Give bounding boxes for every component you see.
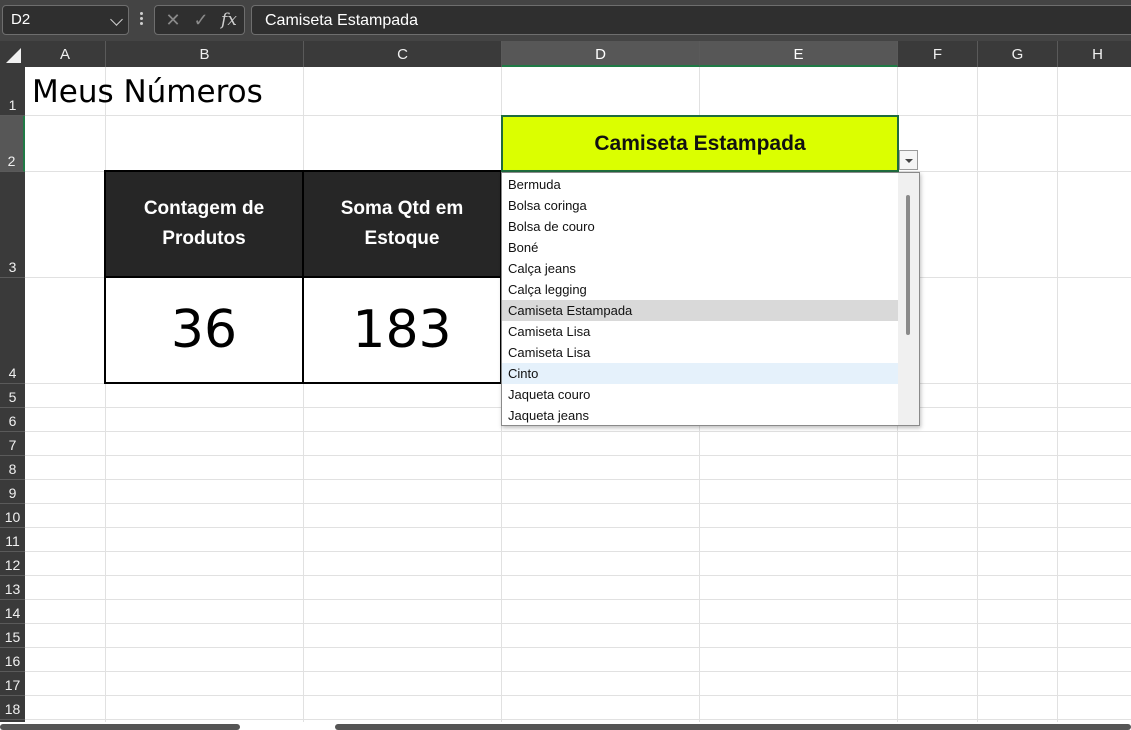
horizontal-scrollbar[interactable]: [0, 722, 1131, 730]
name-box[interactable]: D2: [2, 5, 129, 35]
row-header[interactable]: 18: [0, 696, 25, 720]
select-all-icon: [6, 48, 21, 63]
header-cell-sum[interactable]: Soma Qtd em Estoque: [302, 170, 502, 278]
dropdown-item[interactable]: Calça jeans: [502, 258, 899, 279]
row-header[interactable]: 2: [0, 116, 25, 172]
row-header[interactable]: 15: [0, 624, 25, 648]
column-header-f[interactable]: F: [898, 41, 978, 67]
row-header[interactable]: 12: [0, 552, 25, 576]
row-header[interactable]: 7: [0, 432, 25, 456]
formula-text: Camiseta Estampada: [265, 12, 418, 29]
row-header[interactable]: 4: [0, 278, 25, 384]
dropdown-item[interactable]: Boné: [502, 237, 899, 258]
row-header[interactable]: 16: [0, 648, 25, 672]
row-header[interactable]: 17: [0, 672, 25, 696]
value-cell-count[interactable]: 36: [104, 276, 304, 384]
dropdown-item[interactable]: Calça legging: [502, 279, 899, 300]
dropdown-item[interactable]: Jaqueta couro: [502, 384, 899, 405]
column-header-d[interactable]: D: [502, 41, 700, 67]
name-box-value: D2: [11, 11, 31, 28]
dropdown-item[interactable]: Camiseta Lisa: [502, 342, 899, 363]
scrollbar-thumb[interactable]: [906, 195, 910, 335]
dropdown-list[interactable]: Bermuda Bolsa coringa Bolsa de couro Bon…: [501, 172, 920, 426]
column-header-e[interactable]: E: [700, 41, 898, 67]
column-header-a[interactable]: A: [25, 41, 106, 67]
cancel-icon[interactable]: ✕: [159, 6, 187, 34]
row-header[interactable]: 1: [0, 67, 25, 116]
formula-bar: D2 ✕ ✓ fx Camiseta Estampada: [0, 0, 1131, 41]
column-header-b[interactable]: B: [106, 41, 304, 67]
dropdown-arrow-icon: [905, 159, 913, 163]
header-cell-count[interactable]: Contagem de Produtos: [104, 170, 304, 278]
insert-function-icon[interactable]: fx: [215, 6, 243, 34]
column-header-g[interactable]: G: [978, 41, 1058, 67]
dropdown-button[interactable]: [899, 150, 918, 170]
value-cell-sum[interactable]: 183: [302, 276, 502, 384]
formula-buttons: ✕ ✓ fx: [154, 5, 245, 35]
dropdown-item[interactable]: Bermuda: [502, 174, 899, 195]
row-header[interactable]: 5: [0, 384, 25, 408]
row-header[interactable]: 11: [0, 528, 25, 552]
select-all-button[interactable]: [0, 41, 25, 67]
dropdown-item-selected[interactable]: Camiseta Estampada: [502, 300, 899, 321]
dropdown-item-hovered[interactable]: Cinto: [502, 363, 899, 384]
dropdown-item[interactable]: Bolsa coringa: [502, 195, 899, 216]
column-header-h[interactable]: H: [1058, 41, 1131, 67]
row-header[interactable]: 3: [0, 172, 25, 278]
row-headers: 1 2 3 4 5 6 7 8 9 10 11 12 13 14 15 16 1…: [0, 67, 25, 730]
chevron-down-icon[interactable]: [110, 13, 123, 26]
row-header[interactable]: 13: [0, 576, 25, 600]
dropdown-item[interactable]: Jaqueta jeans: [502, 405, 899, 425]
row-header[interactable]: 10: [0, 504, 25, 528]
enter-icon[interactable]: ✓: [187, 6, 215, 34]
row-header[interactable]: 9: [0, 480, 25, 504]
selected-cell-d2[interactable]: Camiseta Estampada: [501, 115, 899, 172]
dropdown-item[interactable]: Camiseta Lisa: [502, 321, 899, 342]
row-header[interactable]: 8: [0, 456, 25, 480]
row-header[interactable]: 14: [0, 600, 25, 624]
column-header-c[interactable]: C: [304, 41, 502, 67]
column-headers: A B C D E F G H: [0, 41, 1131, 67]
dropdown-scrollbar[interactable]: [898, 173, 919, 425]
formula-input[interactable]: Camiseta Estampada: [251, 5, 1131, 35]
dropdown-item[interactable]: Bolsa de couro: [502, 216, 899, 237]
sheet-tab-scroll[interactable]: [0, 724, 240, 730]
row-header[interactable]: 6: [0, 408, 25, 432]
sheet-title[interactable]: Meus Números: [32, 74, 263, 110]
more-options-icon[interactable]: [137, 10, 145, 30]
scrollbar-thumb[interactable]: [335, 724, 1131, 730]
